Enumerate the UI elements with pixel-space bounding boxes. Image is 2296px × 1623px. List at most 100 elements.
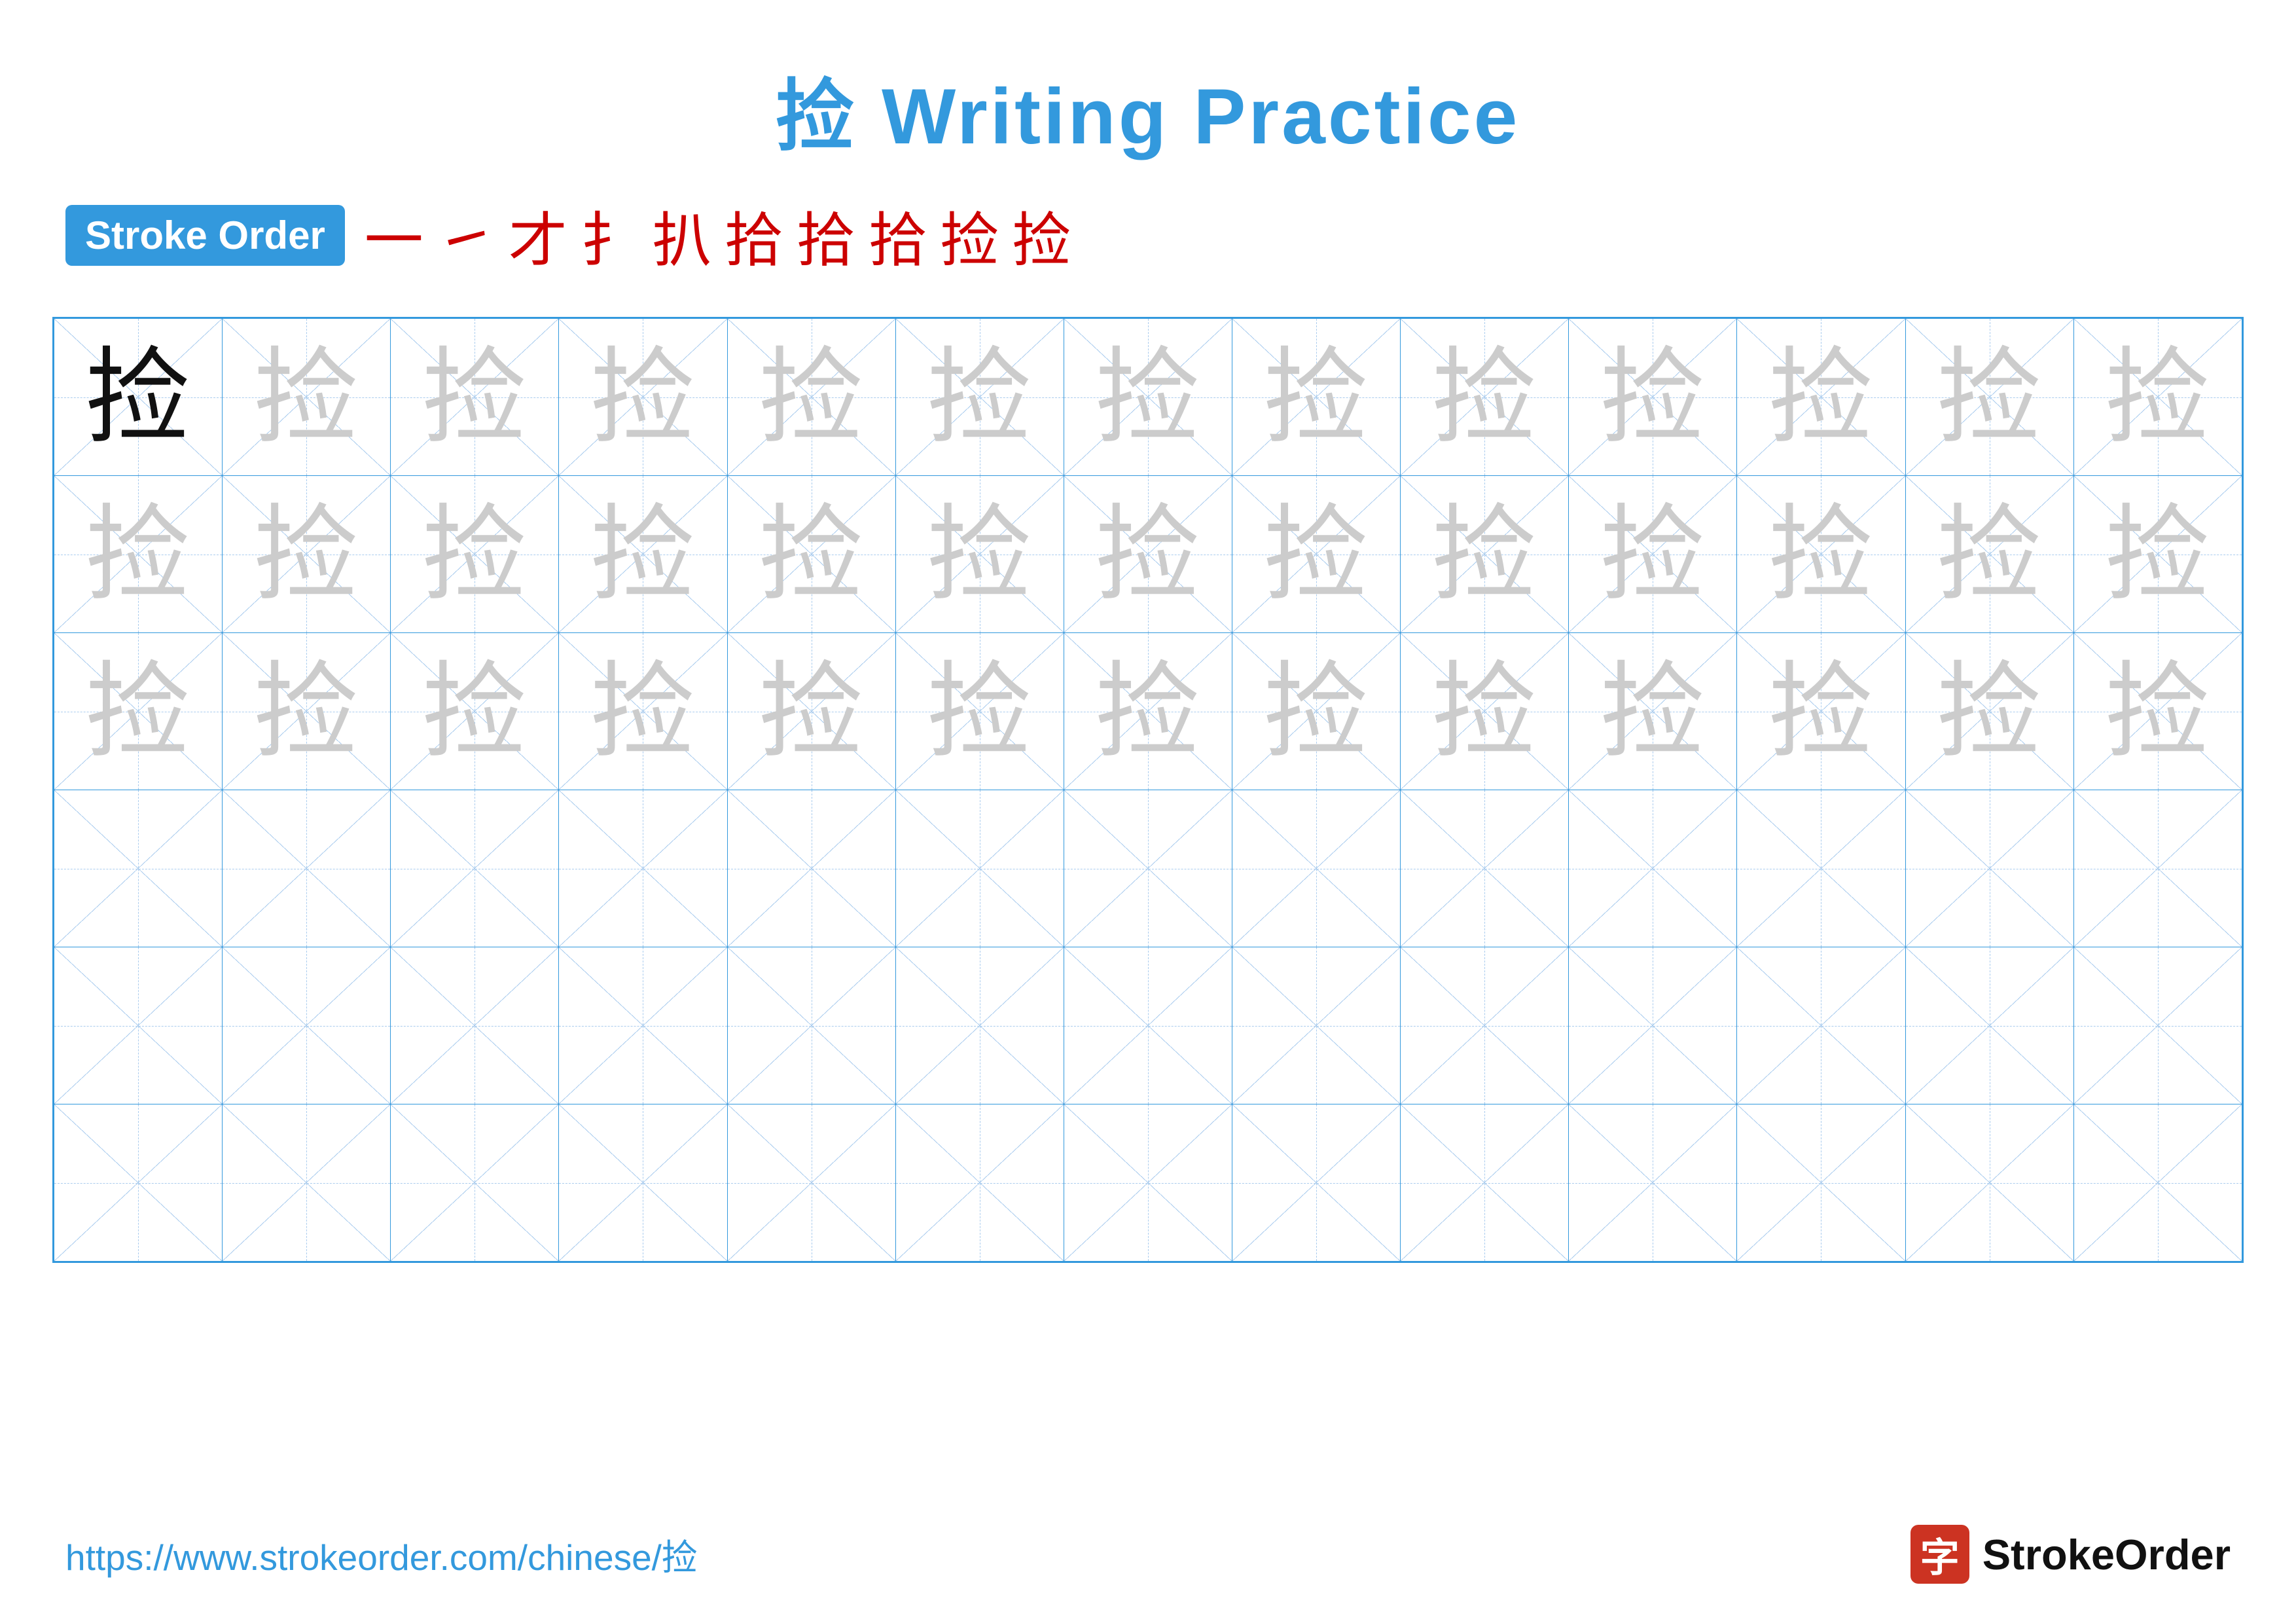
grid-cell-empty[interactable]	[1737, 790, 1905, 947]
grid-cell[interactable]: 捡	[559, 476, 727, 633]
grid-cell[interactable]: 捡	[1401, 476, 1569, 633]
practice-grid: 捡 捡 捡 捡 捡 捡 捡 捡 捡 捡 捡 捡 捡 捡 捡 捡 捡 捡 捡 捡 …	[52, 317, 2244, 1263]
char-faded: 捡	[1937, 659, 2042, 764]
grid-cell-empty[interactable]	[391, 947, 559, 1104]
grid-cell[interactable]: 捡	[391, 319, 559, 476]
grid-cell[interactable]: 捡	[223, 319, 391, 476]
grid-cell-empty[interactable]	[1905, 790, 2073, 947]
grid-cell[interactable]: 捡	[1569, 319, 1737, 476]
char-faded: 捡	[86, 502, 190, 607]
grid-cell[interactable]: 捡	[54, 633, 223, 790]
char-faded: 捡	[759, 659, 864, 764]
grid-cell-empty[interactable]	[1569, 1104, 1737, 1262]
grid-cell[interactable]: 捡	[1905, 476, 2073, 633]
char-faded: 捡	[2106, 502, 2210, 607]
footer-url: https://www.strokeorder.com/chinese/捡	[65, 1528, 698, 1580]
grid-cell-empty[interactable]	[391, 790, 559, 947]
grid-cell[interactable]: 捡	[559, 633, 727, 790]
grid-cell-empty[interactable]	[559, 1104, 727, 1262]
char-solid: 捡	[86, 345, 190, 450]
char-faded: 捡	[927, 345, 1032, 450]
char-faded: 捡	[422, 502, 527, 607]
stroke-5: 扒	[653, 192, 711, 278]
grid-cell[interactable]: 捡	[223, 476, 391, 633]
grid-cell[interactable]: 捡	[391, 633, 559, 790]
grid-cell[interactable]: 捡	[1569, 633, 1737, 790]
grid-cell-empty[interactable]	[2073, 947, 2242, 1104]
grid-cell-empty[interactable]	[559, 947, 727, 1104]
grid-cell[interactable]: 捡	[895, 319, 1064, 476]
char-faded: 捡	[422, 659, 527, 764]
grid-cell[interactable]: 捡	[727, 633, 895, 790]
grid-cell[interactable]: 捡	[1401, 633, 1569, 790]
grid-cell-empty[interactable]	[2073, 790, 2242, 947]
grid-cell[interactable]: 捡	[727, 476, 895, 633]
grid-cell-empty[interactable]	[2073, 1104, 2242, 1262]
grid-cell[interactable]: 捡	[1737, 476, 1905, 633]
grid-cell[interactable]: 捡	[1232, 633, 1400, 790]
grid-cell-empty[interactable]	[727, 947, 895, 1104]
char-faded: 捡	[254, 659, 359, 764]
grid-cell[interactable]: 捡	[1064, 319, 1232, 476]
grid-cell-empty[interactable]	[1232, 1104, 1400, 1262]
grid-cell-empty[interactable]	[1401, 790, 1569, 947]
grid-cell[interactable]: 捡	[54, 476, 223, 633]
grid-cell-empty[interactable]	[223, 1104, 391, 1262]
grid-cell-empty[interactable]	[223, 790, 391, 947]
grid-cell-empty[interactable]	[727, 790, 895, 947]
grid-cell[interactable]: 捡	[54, 319, 223, 476]
grid-cell-empty[interactable]	[1401, 1104, 1569, 1262]
grid-cell[interactable]: 捡	[1064, 633, 1232, 790]
grid-cell[interactable]: 捡	[1905, 319, 2073, 476]
stroke-4: 扌	[581, 192, 639, 278]
grid-cell-empty[interactable]	[54, 1104, 223, 1262]
grid-row-4	[54, 790, 2242, 947]
char-faded: 捡	[1600, 502, 1705, 607]
grid-cell-empty[interactable]	[1905, 1104, 2073, 1262]
grid-cell-empty[interactable]	[54, 947, 223, 1104]
char-faded: 捡	[422, 345, 527, 450]
grid-cell-empty[interactable]	[895, 947, 1064, 1104]
grid-cell-empty[interactable]	[1232, 790, 1400, 947]
footer-logo: 字 StrokeOrder	[1910, 1525, 2231, 1584]
grid-cell[interactable]: 捡	[1401, 319, 1569, 476]
grid-cell[interactable]: 捡	[727, 319, 895, 476]
grid-cell-empty[interactable]	[559, 790, 727, 947]
grid-cell[interactable]: 捡	[1569, 476, 1737, 633]
grid-cell[interactable]: 捡	[559, 319, 727, 476]
stroke-7: 拾	[797, 192, 855, 278]
grid-cell-empty[interactable]	[223, 947, 391, 1104]
grid-cell-empty[interactable]	[1569, 790, 1737, 947]
grid-cell[interactable]: 捡	[391, 476, 559, 633]
grid-cell[interactable]: 捡	[1737, 633, 1905, 790]
grid-cell-empty[interactable]	[1737, 1104, 1905, 1262]
char-faded: 捡	[1600, 345, 1705, 450]
grid-cell-empty[interactable]	[727, 1104, 895, 1262]
grid-cell[interactable]: 捡	[1232, 476, 1400, 633]
grid-cell-empty[interactable]	[895, 790, 1064, 947]
grid-cell-empty[interactable]	[895, 1104, 1064, 1262]
grid-cell[interactable]: 捡	[895, 633, 1064, 790]
grid-cell[interactable]: 捡	[1905, 633, 2073, 790]
grid-cell-empty[interactable]	[54, 790, 223, 947]
grid-cell-empty[interactable]	[1569, 947, 1737, 1104]
grid-cell[interactable]: 捡	[1232, 319, 1400, 476]
grid-cell[interactable]: 捡	[2073, 476, 2242, 633]
grid-cell[interactable]: 捡	[895, 476, 1064, 633]
grid-cell-empty[interactable]	[1064, 1104, 1232, 1262]
grid-cell[interactable]: 捡	[2073, 633, 2242, 790]
grid-cell[interactable]: 捡	[1064, 476, 1232, 633]
char-faded: 捡	[2106, 345, 2210, 450]
grid-cell[interactable]: 捡	[1737, 319, 1905, 476]
grid-cell-empty[interactable]	[1064, 947, 1232, 1104]
grid-cell-empty[interactable]	[1064, 790, 1232, 947]
grid-cell-empty[interactable]	[391, 1104, 559, 1262]
grid-cell[interactable]: 捡	[223, 633, 391, 790]
grid-cell-empty[interactable]	[1401, 947, 1569, 1104]
grid-cell-empty[interactable]	[1232, 947, 1400, 1104]
stroke-6: 拾	[725, 192, 783, 278]
stroke-order-badge: Stroke Order	[65, 205, 345, 266]
grid-cell-empty[interactable]	[1905, 947, 2073, 1104]
grid-cell-empty[interactable]	[1737, 947, 1905, 1104]
grid-cell[interactable]: 捡	[2073, 319, 2242, 476]
